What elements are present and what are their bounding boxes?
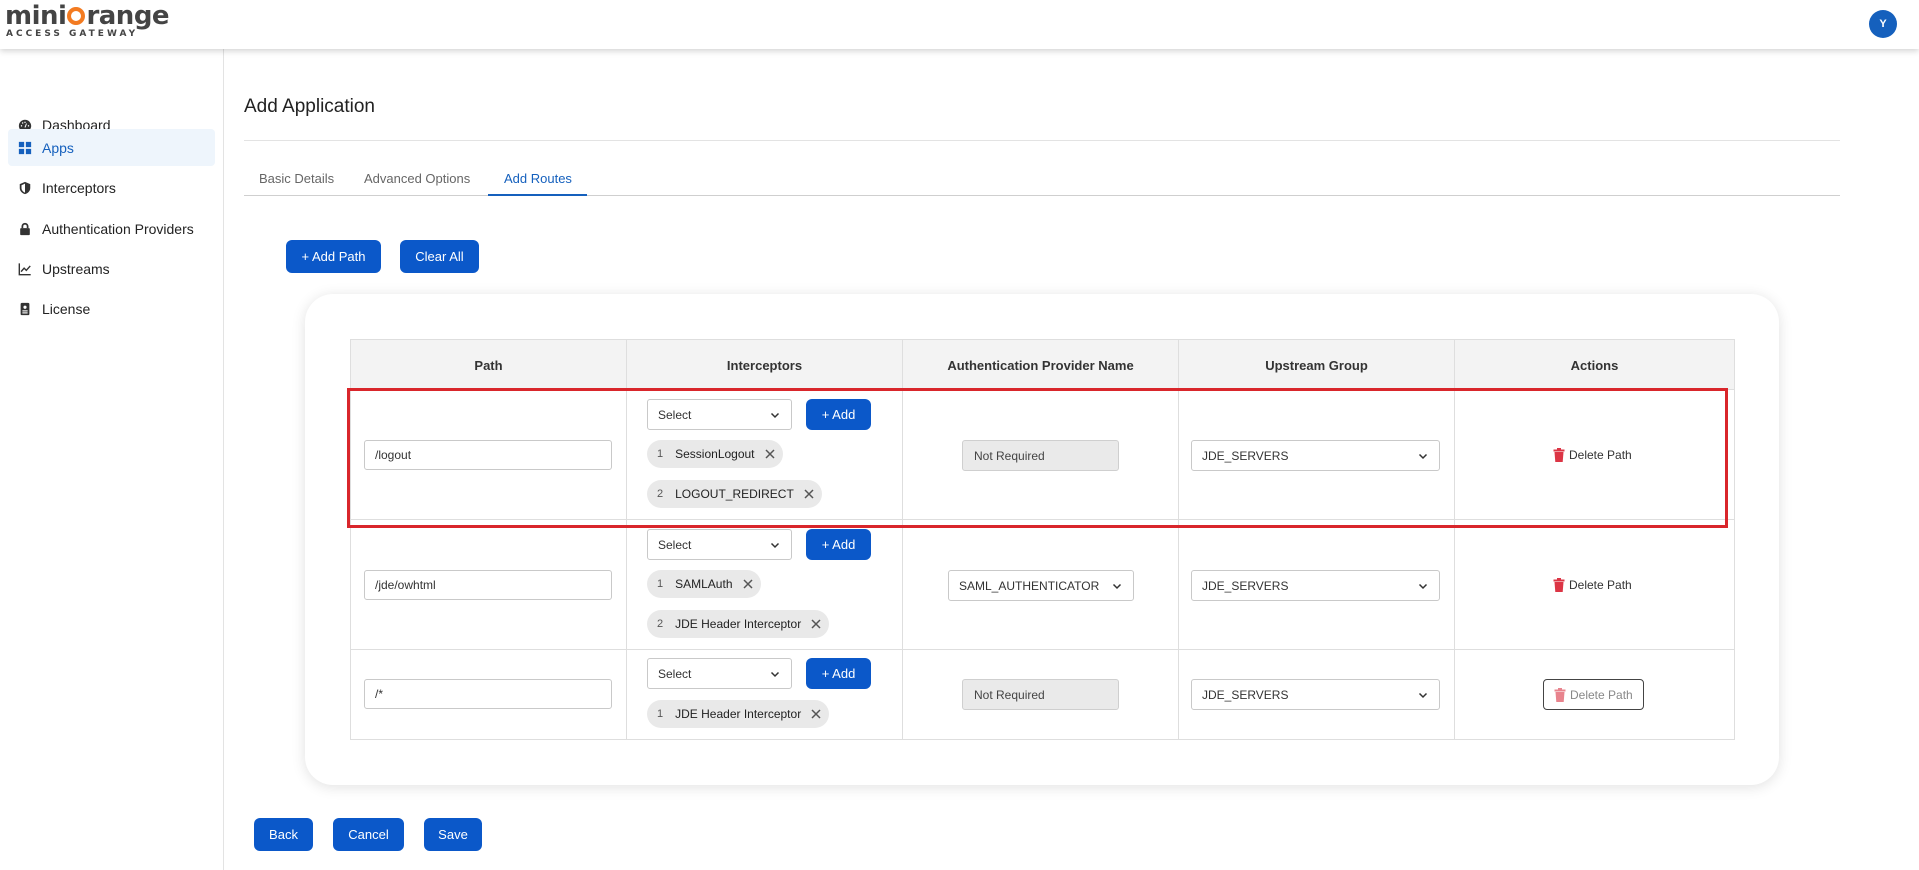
clear-all-button[interactable]: Clear All: [400, 240, 479, 273]
chevron-down-icon: [1418, 453, 1428, 460]
interceptor-chip: 2 LOGOUT_REDIRECT: [647, 480, 822, 508]
add-path-button[interactable]: + Add Path: [286, 240, 381, 273]
auth-provider-cell: SAML_AUTHENTICATOR: [903, 520, 1179, 649]
table-row: Select + Add 1 JDE Header Interceptor No…: [351, 650, 1734, 739]
path-input[interactable]: [364, 570, 612, 600]
chevron-down-icon: [1112, 583, 1122, 590]
remove-icon[interactable]: [809, 707, 823, 721]
remove-icon[interactable]: [741, 577, 755, 591]
id-badge-icon: [18, 302, 32, 316]
interceptor-chip: 1 SessionLogout: [647, 440, 783, 468]
interceptor-select[interactable]: Select: [647, 529, 792, 560]
divider: [244, 140, 1840, 141]
path-cell: [351, 650, 627, 739]
upstream-cell: JDE_SERVERS: [1179, 650, 1455, 739]
actions-cell: Delete Path: [1455, 390, 1734, 519]
table-row: Select + Add 1 SessionLogout 2 LOGOUT_RE…: [351, 390, 1734, 520]
column-header-upstream-group: Upstream Group: [1179, 340, 1455, 390]
delete-path-button[interactable]: Delete Path: [1543, 679, 1644, 710]
apps-grid-icon: [18, 141, 32, 155]
column-header-path: Path: [351, 340, 627, 390]
interceptor-chip: 2 JDE Header Interceptor: [647, 610, 830, 638]
sidebar-item-label: Interceptors: [42, 179, 116, 196]
routes-table: Path Interceptors Authentication Provide…: [350, 339, 1735, 740]
cancel-button[interactable]: Cancel: [333, 818, 404, 851]
interceptors-cell: Select + Add 1 JDE Header Interceptor: [627, 650, 903, 739]
path-input[interactable]: [364, 679, 612, 709]
active-tab-indicator: [488, 194, 587, 196]
save-button[interactable]: Save: [424, 818, 482, 851]
sidebar-item-upstreams[interactable]: Upstreams: [8, 250, 215, 287]
remove-icon[interactable]: [809, 617, 823, 631]
auth-provider-not-required: Not Required: [962, 440, 1119, 471]
add-interceptor-button[interactable]: + Add: [806, 658, 871, 689]
sidebar-item-interceptors[interactable]: Interceptors: [8, 169, 215, 206]
sidebar-item-label: License: [42, 300, 91, 317]
tab-add-routes[interactable]: Add Routes: [504, 171, 572, 186]
add-interceptor-button[interactable]: + Add: [806, 399, 871, 430]
tab-basic-details[interactable]: Basic Details: [259, 171, 334, 186]
chevron-down-icon: [770, 412, 780, 419]
path-cell: [351, 520, 627, 649]
chevron-down-icon: [770, 671, 780, 678]
table-header: Path Interceptors Authentication Provide…: [351, 340, 1734, 390]
sidebar-item-authentication-providers[interactable]: Authentication Providers: [8, 210, 215, 247]
lock-icon: [18, 222, 32, 236]
auth-provider-cell: Not Required: [903, 390, 1179, 519]
chevron-down-icon: [770, 542, 780, 549]
interceptor-select[interactable]: Select: [647, 658, 792, 689]
sidebar-item-label: Apps: [42, 139, 74, 156]
trash-icon: [1553, 448, 1565, 462]
upstream-select[interactable]: JDE_SERVERS: [1191, 570, 1440, 601]
chevron-down-icon: [1418, 692, 1428, 699]
sidebar-item-label: Upstreams: [42, 260, 110, 277]
upstream-cell: JDE_SERVERS: [1179, 390, 1455, 519]
back-button[interactable]: Back: [254, 818, 313, 851]
auth-provider-not-required: Not Required: [962, 679, 1119, 710]
column-header-actions: Actions: [1570, 357, 1619, 373]
remove-icon[interactable]: [802, 487, 816, 501]
upstream-select[interactable]: JDE_SERVERS: [1191, 679, 1440, 710]
column-header-auth-provider: Authentication Provider Name: [903, 340, 1179, 390]
sidebar-item-license[interactable]: License: [8, 290, 215, 327]
add-interceptor-button[interactable]: + Add: [806, 529, 871, 560]
delete-path-button[interactable]: Delete Path: [1553, 578, 1632, 592]
tab-advanced-options[interactable]: Advanced Options: [364, 171, 470, 186]
interceptor-chip: 1 SAMLAuth: [647, 570, 761, 598]
interceptor-chip: 1 JDE Header Interceptor: [647, 700, 830, 728]
shield-icon: [18, 181, 32, 195]
page-title: Add Application: [244, 96, 375, 117]
table-row: Select + Add 1 SAMLAuth 2 JDE Header Int…: [351, 520, 1734, 650]
trash-icon: [1553, 578, 1565, 592]
interceptors-cell: Select + Add 1 SAMLAuth 2 JDE Header Int…: [627, 520, 903, 649]
tab-bar: Basic Details Advanced Options Add Route…: [244, 168, 1840, 196]
sidebar-item-apps[interactable]: Apps: [8, 129, 215, 166]
column-header-interceptors: Interceptors: [627, 340, 903, 390]
logo-wordmark: mini range: [5, 1, 170, 31]
auth-provider-select[interactable]: SAML_AUTHENTICATOR: [948, 570, 1134, 601]
actions-cell: Delete Path: [1455, 650, 1734, 739]
path-cell: [351, 390, 627, 519]
sidebar: Dashboard Apps Interceptors Authenticati…: [0, 49, 224, 870]
chevron-down-icon: [1418, 583, 1428, 590]
delete-path-button[interactable]: Delete Path: [1553, 448, 1632, 462]
auth-provider-cell: Not Required: [903, 650, 1179, 739]
user-avatar[interactable]: Y: [1869, 10, 1897, 38]
chart-line-icon: [18, 262, 32, 276]
logo-o-icon: [67, 7, 86, 25]
path-input[interactable]: [364, 440, 612, 470]
trash-icon: [1554, 687, 1566, 702]
sidebar-item-label: Authentication Providers: [42, 220, 194, 237]
remove-icon[interactable]: [763, 447, 777, 461]
actions-cell: Delete Path: [1455, 520, 1734, 649]
top-bar: mini range ACCESS GATEWAY Y: [0, 0, 1919, 49]
interceptors-cell: Select + Add 1 SessionLogout 2 LOGOUT_RE…: [627, 390, 903, 519]
upstream-select[interactable]: JDE_SERVERS: [1191, 440, 1440, 471]
brand-logo: mini range ACCESS GATEWAY: [5, 1, 170, 39]
upstream-cell: JDE_SERVERS: [1179, 520, 1455, 649]
interceptor-select[interactable]: Select: [647, 399, 792, 430]
